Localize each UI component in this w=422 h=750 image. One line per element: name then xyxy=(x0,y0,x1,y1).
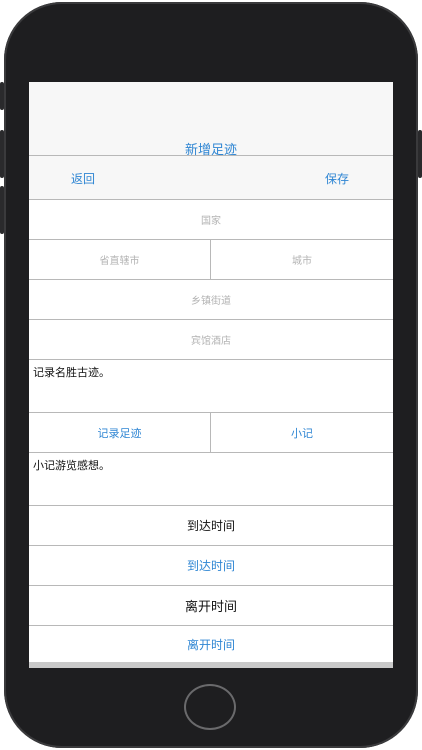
country-field[interactable]: 国家 xyxy=(29,200,393,239)
province-city-row: 省直辖市 城市 xyxy=(29,240,393,280)
arrival-button-row: 到达时间 xyxy=(29,546,393,586)
app-screen: 新增足迹 返回 保存 国家 省直辖市 城市 乡镇街道 宾馆酒店 记录名胜古迹。 … xyxy=(29,82,393,668)
street-field[interactable]: 乡镇街道 xyxy=(29,280,393,319)
arrival-time-button[interactable]: 到达时间 xyxy=(29,546,393,585)
city-field[interactable]: 城市 xyxy=(211,240,393,279)
departure-time-label: 离开时间 xyxy=(184,600,237,615)
hotel-field[interactable]: 宾馆酒店 xyxy=(29,320,393,359)
province-field[interactable]: 省直辖市 xyxy=(29,240,210,279)
bottom-strip xyxy=(29,662,393,668)
sights-textarea[interactable]: 记录名胜古迹。 xyxy=(29,360,393,413)
hotel-field-row: 宾馆酒店 xyxy=(29,320,393,360)
segment-row: 记录足迹 小记 xyxy=(29,413,393,453)
tab-record-footprint[interactable]: 记录足迹 xyxy=(29,413,210,452)
sights-text: 记录名胜古迹。 xyxy=(33,366,110,379)
street-field-row: 乡镇街道 xyxy=(29,280,393,320)
country-field-row: 国家 xyxy=(29,200,393,240)
back-button[interactable]: 返回 xyxy=(71,170,95,187)
toolbar: 返回 保存 xyxy=(29,156,393,200)
notes-textarea[interactable]: 小记游览感想。 xyxy=(29,453,393,506)
notes-text: 小记游览感想。 xyxy=(33,459,110,472)
mute-switch xyxy=(0,82,4,110)
arrival-time-label: 到达时间 xyxy=(186,519,235,533)
volume-down-button xyxy=(0,186,4,234)
volume-up-button xyxy=(0,130,4,178)
tab-notes[interactable]: 小记 xyxy=(211,413,393,452)
power-button xyxy=(418,130,422,178)
departure-button-row: 离开时间 xyxy=(29,626,393,662)
navigation-bar: 新增足迹 xyxy=(29,82,393,158)
home-button[interactable] xyxy=(184,684,236,730)
arrival-label-row: 到达时间 xyxy=(29,506,393,546)
save-button[interactable]: 保存 xyxy=(325,170,349,187)
departure-time-button[interactable]: 离开时间 xyxy=(29,626,393,662)
departure-label-row: 离开时间 xyxy=(29,586,393,626)
